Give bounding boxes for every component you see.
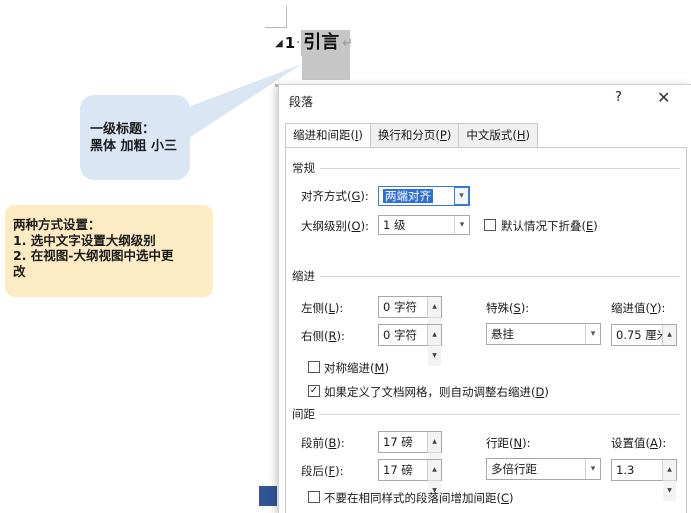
collapse-by-default-label: 默认情况下折叠(E) (501, 219, 598, 233)
callout-methods-line4: 改 (13, 263, 26, 279)
chevron-down-icon[interactable]: ▾ (585, 324, 600, 344)
section-general-rule (320, 168, 680, 169)
check-icon: ✓ (309, 385, 319, 396)
outline-level-label: 大纲级别(O): (301, 219, 369, 233)
tab-indents-spacing[interactable]: 缩进和间距(I) (285, 123, 371, 148)
section-indent-label: 缩进 (292, 269, 315, 283)
callout-methods-line2: 1. 选中文字设置大纲级别 (13, 232, 156, 248)
collapse-by-default-checkbox[interactable] (484, 219, 496, 231)
tab-asian-typography[interactable]: 中文版式(H) (458, 123, 538, 147)
spacing-at-input[interactable]: 1.3 ▲ ▼ (611, 459, 677, 501)
outline-level-select[interactable]: 1 级 ▾ (378, 215, 470, 235)
spin-up-icon[interactable]: ▲ (428, 432, 441, 453)
line-spacing-value: 多倍行距 (491, 462, 537, 476)
indent-right-label: 右侧(R): (301, 329, 345, 343)
indent-by-label: 缩进值(Y): (611, 301, 666, 315)
no-space-same-style-label: 不要在相同样式的段落间增加间距(C) (324, 491, 514, 505)
spin-up-icon[interactable]: ▲ (428, 325, 441, 346)
outline-level-value: 1 级 (383, 218, 406, 232)
line-spacing-select[interactable]: 多倍行距 ▾ (486, 458, 601, 480)
auto-adjust-right-indent-label: 如果定义了文档网格，则自动调整右缩进(D) (324, 385, 549, 399)
heading-number: 1 (284, 34, 296, 52)
spin-up-icon[interactable]: ▲ (428, 460, 441, 481)
document-blue-block (259, 486, 277, 506)
collapse-marker-icon[interactable]: ◢ (275, 38, 283, 49)
spacing-before-label: 段前(B): (301, 436, 345, 450)
spacing-after-input[interactable]: 17 磅 ▲ ▼ (378, 459, 442, 501)
auto-adjust-right-indent-checkbox[interactable]: ✓ (308, 385, 320, 397)
dialog-titlebar[interactable]: 段落 ? ✕ (279, 85, 691, 117)
spacing-after-value: 17 磅 (383, 463, 413, 477)
spacing-before-value: 17 磅 (383, 435, 413, 449)
callout-heading-format: 一级标题： 黑体 加粗 小三 (80, 95, 190, 180)
indent-by-value: 0.75 厘米 (616, 328, 669, 342)
indent-left-input[interactable]: 0 字符 ▲▼ (378, 296, 442, 338)
spin-up-icon[interactable]: ▲ (428, 297, 441, 318)
indent-right-value: 0 字符 (383, 328, 417, 342)
special-indent-select[interactable]: 悬挂 ▾ (486, 323, 601, 345)
spin-up-icon[interactable]: ▲ (663, 325, 676, 345)
section-indent-rule (320, 276, 680, 277)
tab-panel: 常规 对齐方式(G): 两端对齐 ▾ 大纲级别(O): 1 级 ▾ 默认情况下折… (285, 147, 687, 513)
paragraph-mark-icon: ↵ (342, 35, 354, 51)
chevron-down-icon[interactable]: ▾ (585, 459, 600, 479)
heading-text[interactable]: 引言 (301, 30, 342, 56)
indent-left-label: 左侧(L): (301, 301, 344, 315)
section-spacing-label: 间距 (292, 407, 315, 421)
callout-methods: 两种方式设置： 1. 选中文字设置大纲级别 2. 在视图-大纲视图中选中更 改 (5, 205, 213, 297)
chevron-down-icon[interactable]: ▾ (454, 187, 469, 205)
spacing-before-input[interactable]: 17 磅 ▲▼ (378, 431, 442, 473)
dialog-tabs: 缩进和间距(I) 换行和分页(P) 中文版式(H) (285, 123, 538, 148)
dialog-title: 段落 (289, 95, 314, 109)
mirror-indents-checkbox[interactable] (308, 361, 320, 373)
section-general-label: 常规 (292, 161, 315, 175)
heading-dot: · (296, 35, 301, 51)
indent-left-value: 0 字符 (383, 300, 417, 314)
indent-by-input[interactable]: 0.75 厘米 ▲▼ (611, 324, 677, 346)
no-space-same-style-checkbox[interactable] (308, 491, 320, 503)
alignment-label: 对齐方式(G): (301, 189, 369, 203)
callout-heading-line1: 一级标题： (90, 121, 156, 137)
document-heading[interactable]: ◢ 1 · 引言 ↵ (275, 30, 353, 56)
alignment-value: 两端对齐 (383, 189, 433, 203)
spin-down-icon[interactable]: ▼ (663, 481, 676, 501)
callout-methods-line1: 两种方式设置： (13, 217, 101, 232)
spacing-after-label: 段后(F): (301, 464, 344, 478)
tab-line-page-breaks[interactable]: 换行和分页(P) (369, 123, 460, 147)
page-corner-mark (265, 6, 287, 28)
spin-up-icon[interactable]: ▲ (663, 460, 676, 481)
special-indent-value: 悬挂 (491, 327, 514, 341)
line-spacing-label: 行距(N): (486, 436, 531, 450)
help-button[interactable]: ? (615, 90, 622, 105)
close-icon[interactable]: ✕ (657, 88, 670, 107)
spacing-at-value: 1.3 (616, 463, 635, 477)
indent-right-input[interactable]: 0 字符 ▲ ▼ (378, 324, 442, 366)
section-spacing-rule (320, 414, 680, 415)
mirror-indents-label: 对称缩进(M) (324, 361, 389, 375)
spacing-at-label: 设置值(A): (611, 436, 667, 450)
paragraph-dialog: 段落 ? ✕ 缩进和间距(I) 换行和分页(P) 中文版式(H) 常规 对齐方式… (278, 84, 691, 513)
callout-methods-line3: 2. 在视图-大纲视图中选中更 (13, 248, 174, 263)
callout-heading-line2: 黑体 加粗 小三 (90, 138, 178, 154)
special-indent-label: 特殊(S): (486, 301, 530, 315)
alignment-select[interactable]: 两端对齐 ▾ (378, 186, 470, 206)
chevron-down-icon[interactable]: ▾ (454, 216, 469, 234)
spin-down-icon[interactable]: ▼ (428, 346, 441, 366)
